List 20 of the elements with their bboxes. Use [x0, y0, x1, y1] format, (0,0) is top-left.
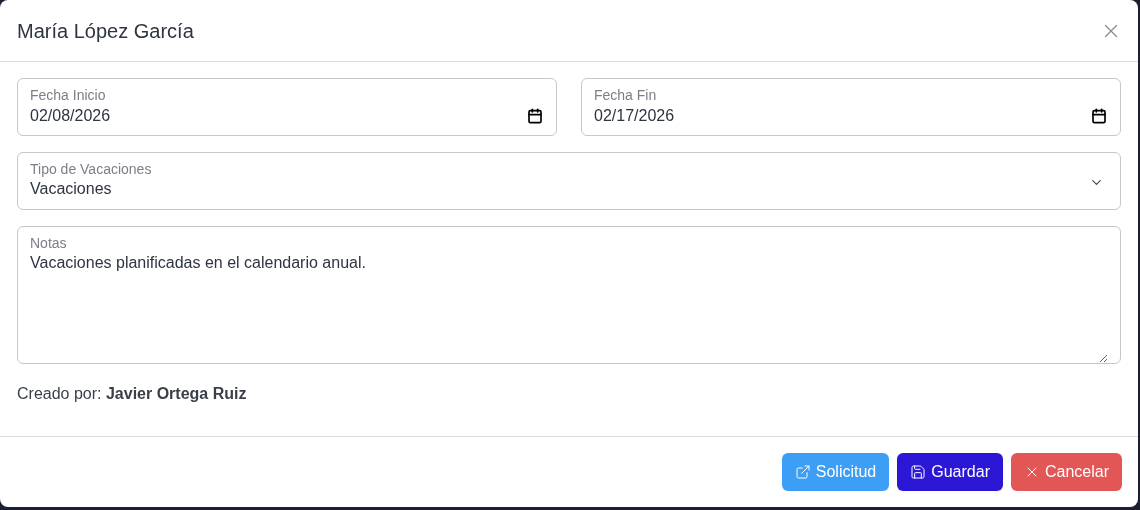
field-label: Tipo de Vacaciones: [30, 160, 152, 178]
select-value: Vacaciones: [30, 179, 113, 199]
date-value: 02/17/2026: [594, 104, 794, 128]
date-value: 02/08/2026: [30, 104, 230, 128]
select-field[interactable]: Tipo de Vacaciones Vacaciones: [17, 152, 1121, 210]
external-link-icon: [794, 464, 811, 480]
date-field[interactable]: Fecha Fin 02/17/2026: [581, 78, 1121, 136]
dialog-title: María López García: [17, 18, 194, 44]
field-label: Fecha Inicio: [30, 86, 107, 104]
calendar-icon[interactable]: [527, 108, 543, 124]
created-by-text: Creado por: Javier Ortega Ruiz: [17, 384, 248, 404]
save-icon: [910, 464, 927, 480]
cancel-button[interactable]: Cancelar: [1010, 453, 1122, 491]
save-button[interactable]: Guardar: [897, 453, 1003, 491]
field-label: Notas: [30, 234, 68, 252]
notes-value: Vacaciones planificadas en el calendario anual.: [30, 252, 1108, 363]
calendar-icon[interactable]: [1091, 108, 1107, 124]
field-label: Fecha Fin: [594, 86, 658, 104]
notes-field[interactable]: Notas Vacaciones planificadas en el calendario anual.: [17, 226, 1121, 364]
date-field[interactable]: Fecha Inicio 02/08/2026: [17, 78, 557, 136]
